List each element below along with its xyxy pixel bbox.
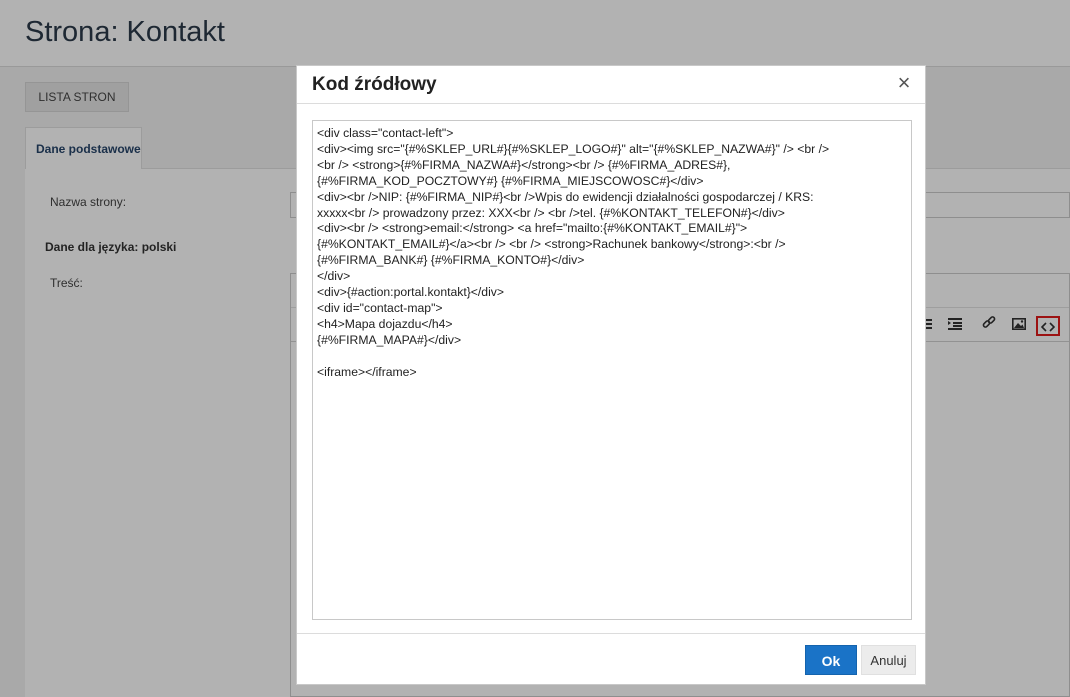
dialog-title: Kod źródłowy	[312, 74, 437, 95]
source-code-dialog: Kod źródłowy × <div class="contact-left"…	[296, 65, 926, 685]
dialog-header: Kod źródłowy ×	[297, 66, 925, 104]
ok-button[interactable]: Ok	[805, 645, 857, 675]
source-code-textarea[interactable]: <div class="contact-left"> <div><img src…	[312, 120, 912, 620]
close-icon[interactable]: ×	[893, 71, 915, 95]
cancel-button[interactable]: Anuluj	[861, 645, 916, 675]
